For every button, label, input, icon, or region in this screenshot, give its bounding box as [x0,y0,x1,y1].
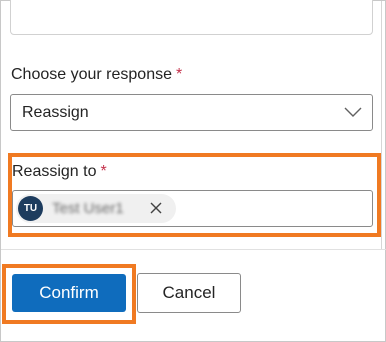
close-icon[interactable] [148,200,164,216]
required-marker: * [100,163,107,180]
confirm-button[interactable]: Confirm [12,274,126,312]
avatar: TU [18,196,43,221]
footer-divider [1,249,386,250]
assignee-pill: TU Test User1 [16,194,176,223]
reassign-label-text: Reassign to [12,163,97,180]
chevron-down-icon [344,107,362,117]
required-marker: * [175,66,183,83]
panel-edge [381,1,382,249]
dialog-panel: Choose your response * Reassign Reassign … [0,0,386,342]
previous-field-box[interactable] [10,0,373,35]
response-label-text: Choose your response [11,66,172,83]
reassign-label: Reassign to * [12,163,107,181]
response-dropdown-value: Reassign [22,104,89,121]
response-dropdown[interactable]: Reassign [10,94,373,131]
assignee-name: Test User1 [52,200,124,217]
reassign-people-picker[interactable]: TU Test User1 [12,190,373,227]
response-label: Choose your response * [11,66,182,84]
cancel-button[interactable]: Cancel [137,273,241,313]
